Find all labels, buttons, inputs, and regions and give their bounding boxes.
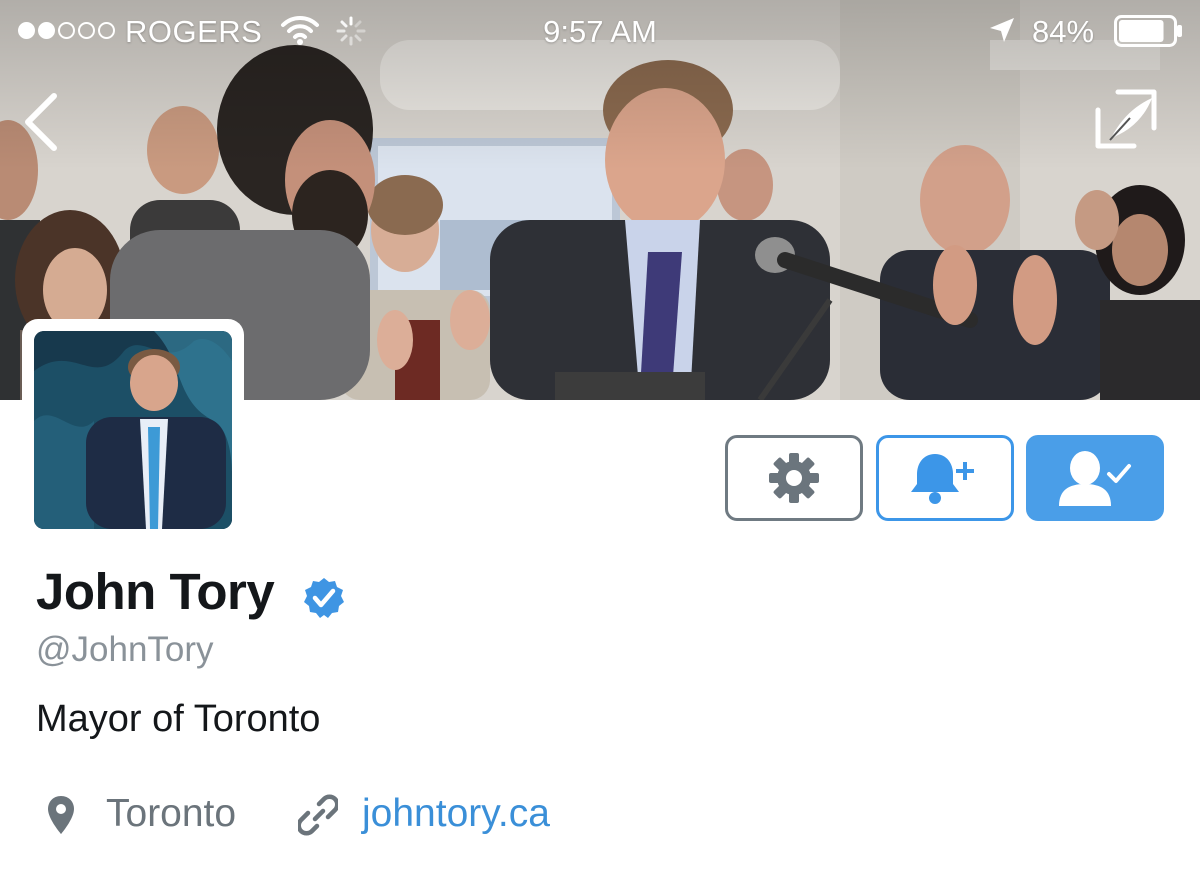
profile-avatar[interactable] [22, 319, 244, 541]
profile-website-link[interactable]: johntory.ca [362, 792, 550, 836]
profile-screen: ROGERS 9:57 AM 84% John Tory @JohnTory M… [0, 0, 1200, 871]
settings-button[interactable] [725, 435, 863, 521]
link-icon [298, 794, 338, 836]
verified-badge-icon [304, 578, 344, 618]
back-button[interactable] [18, 90, 68, 154]
battery-percent: 84% [1032, 14, 1095, 49]
bell-plus-icon [911, 454, 974, 504]
battery-icon [1114, 15, 1182, 47]
profile-location: Toronto [106, 792, 237, 835]
following-button[interactable] [1026, 435, 1164, 521]
gear-icon [769, 453, 819, 503]
profile-bio: Mayor of Toronto [36, 698, 321, 740]
quill-compose-icon [1095, 89, 1157, 149]
tweet-to-button[interactable] [1090, 86, 1162, 158]
profile-name: John Tory [36, 563, 275, 620]
user-check-icon [1059, 451, 1131, 506]
chevron-left-icon [25, 93, 57, 151]
location-pin-icon [48, 796, 74, 834]
location-arrow-icon [990, 18, 1014, 42]
notifications-button[interactable] [876, 435, 1014, 521]
status-time: 9:57 AM [543, 14, 657, 49]
status-bar: ROGERS 9:57 AM 84% [0, 0, 1200, 62]
profile-handle: @JohnTory [36, 630, 214, 669]
avatar-photo [34, 331, 232, 529]
